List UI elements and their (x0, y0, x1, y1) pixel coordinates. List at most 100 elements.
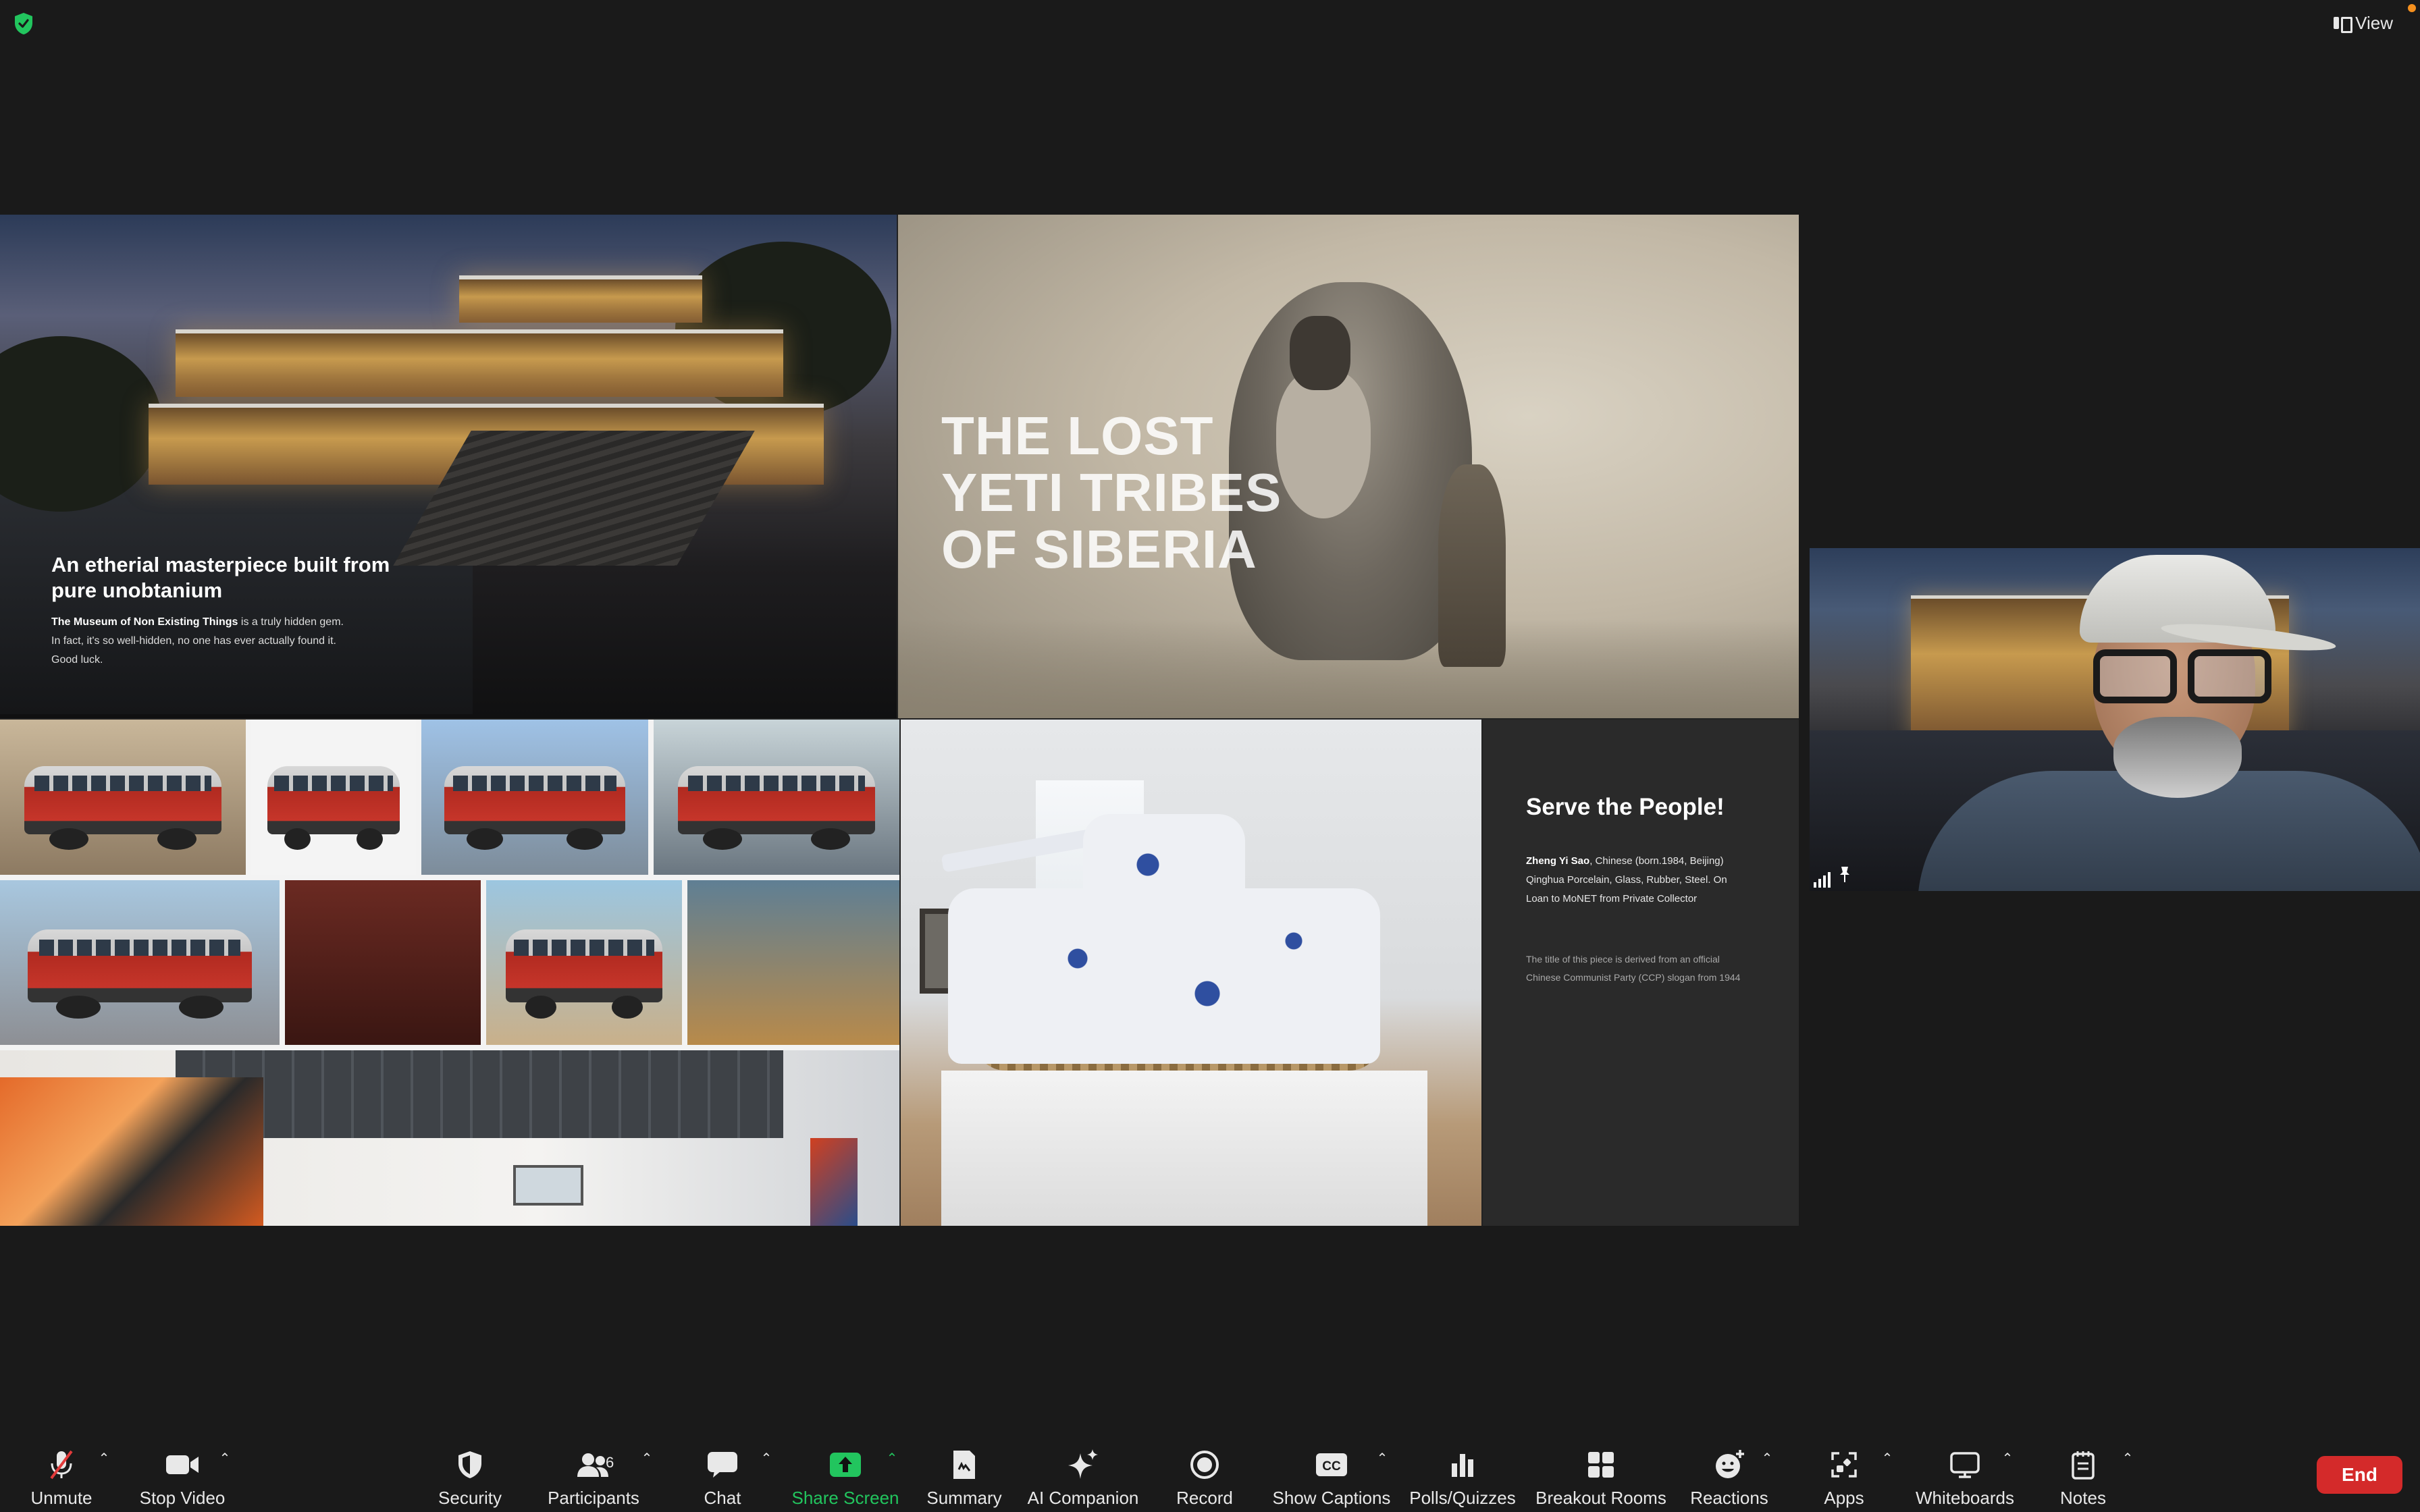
bus-image (0, 720, 246, 875)
whiteboards-label: Whiteboards (1916, 1488, 2014, 1508)
bus-interior-image (285, 880, 481, 1045)
show-captions-label: Show Captions (1272, 1488, 1391, 1508)
man-figure-image (1438, 464, 1506, 667)
security-button[interactable]: Security (429, 1438, 510, 1512)
museum-name: The Museum of Non Existing Things (51, 616, 238, 628)
tank-turret (1083, 814, 1245, 915)
notes-label: Notes (2060, 1488, 2106, 1508)
captions-cc-icon: CC (1314, 1447, 1349, 1482)
reactions-button[interactable]: Reactions (1688, 1438, 1770, 1512)
whiteboards-options-caret-icon[interactable]: ⌃ (2000, 1451, 2015, 1466)
bus-image (654, 720, 899, 875)
polls-quizzes-button[interactable]: Polls/Quizzes (1409, 1438, 1517, 1512)
polls-bar-chart-icon (1445, 1447, 1480, 1482)
svg-text:CC: CC (1322, 1459, 1341, 1474)
stop-video-label: Stop Video (139, 1488, 226, 1508)
apps-label: Apps (1824, 1488, 1864, 1508)
show-captions-button[interactable]: CC Show Captions (1271, 1438, 1392, 1512)
plinth (941, 1071, 1427, 1226)
yeti-title: THE LOST YETI TRIBES OF SIBERIA (941, 408, 1282, 578)
yeti-face-image (1290, 316, 1350, 390)
video-camera-icon (165, 1447, 200, 1482)
chat-label: Chat (704, 1488, 741, 1508)
summary-label: Summary (926, 1488, 1002, 1508)
notes-button[interactable]: Notes (2053, 1438, 2113, 1512)
chat-bubble-icon (705, 1447, 740, 1482)
notification-dot (2408, 4, 2416, 12)
slide-architecture: An etherial masterpiece built from pure … (0, 215, 897, 718)
unmute-button[interactable]: Unmute (23, 1438, 100, 1512)
bus-image (0, 880, 280, 1045)
apps-icon (1826, 1447, 1862, 1482)
share-screen-label: Share Screen (791, 1488, 899, 1508)
whiteboard-icon (1947, 1447, 1982, 1482)
summary-document-icon (947, 1447, 982, 1482)
slide-yeti: THE LOST YETI TRIBES OF SIBERIA (898, 215, 1799, 718)
participant-video[interactable] (1810, 548, 2420, 891)
participant-beard (2113, 717, 2242, 798)
slide-tank-image (901, 720, 1481, 1226)
apps-button[interactable]: Apps (1814, 1438, 1874, 1512)
muted-microphone-icon (44, 1447, 79, 1482)
end-meeting-button[interactable]: End (2317, 1456, 2402, 1494)
breakout-rooms-grid-icon (1583, 1447, 1619, 1482)
view-label: View (2355, 12, 2393, 33)
chat-button[interactable]: Chat (695, 1438, 749, 1512)
artwork-title: Serve the People! (1526, 794, 1725, 820)
artist-name: Zheng Yi Sao (1526, 855, 1590, 867)
ai-companion-button[interactable]: AI Companion (1026, 1438, 1140, 1512)
slide-artwork-text: Serve the People! Zheng Yi Sao, Chinese … (1483, 720, 1799, 1226)
participants-label: Participants (548, 1488, 639, 1508)
video-options-caret-icon[interactable]: ⌃ (217, 1451, 232, 1466)
share-options-caret-icon[interactable]: ⌃ (885, 1451, 899, 1466)
view-layout-icon (2334, 16, 2353, 33)
notes-icon (2066, 1447, 2101, 1482)
chat-options-caret-icon[interactable]: ⌃ (759, 1451, 774, 1466)
shared-screen: An etherial masterpiece built from pure … (0, 215, 1799, 1226)
gallery-interior-image (0, 1050, 899, 1226)
bus-image (486, 880, 682, 1045)
share-screen-button[interactable]: Share Screen (791, 1438, 899, 1512)
yeti-title-line2: YETI TRIBES (941, 462, 1282, 522)
reactions-smiley-icon (1712, 1447, 1747, 1482)
security-label: Security (438, 1488, 502, 1508)
reactions-options-caret-icon[interactable]: ⌃ (1760, 1451, 1774, 1466)
view-button[interactable]: View (2324, 9, 2402, 36)
notes-options-caret-icon[interactable]: ⌃ (2120, 1451, 2135, 1466)
zoom-meeting-window: { "top": {"view_label": "View"}, "slides… (0, 0, 2420, 1512)
whiteboards-button[interactable]: Whiteboards (1911, 1438, 2019, 1512)
captions-options-caret-icon[interactable]: ⌃ (1375, 1451, 1390, 1466)
bus-interior-image (687, 880, 899, 1045)
polls-quizzes-label: Polls/Quizzes (1409, 1488, 1516, 1508)
slide-body: The Museum of Non Existing Things is a t… (51, 613, 348, 670)
participant-glasses (2093, 649, 2271, 703)
bus-image (421, 720, 648, 875)
record-button[interactable]: Record (1174, 1438, 1236, 1512)
ai-sparkle-icon (1066, 1447, 1101, 1482)
signal-strength-icon (1814, 872, 1831, 888)
yeti-title-line3: OF SIBERIA (941, 519, 1257, 579)
unmute-label: Unmute (30, 1488, 93, 1508)
summary-button[interactable]: Summary (922, 1438, 1006, 1512)
participants-options-caret-icon[interactable]: ⌃ (639, 1451, 654, 1466)
artwork-details: Zheng Yi Sao, Chinese (born.1984, Beijin… (1526, 852, 1735, 909)
participants-icon: 6 (576, 1447, 614, 1482)
slide-title: An etherial masterpiece built from pure … (51, 553, 390, 602)
meeting-toolbar: Unmute ⌃ Stop Video ⌃ Security 6 Partici… (0, 1438, 2420, 1512)
pin-icon[interactable] (1838, 865, 1851, 883)
yeti-title-line1: THE LOST (941, 406, 1214, 466)
participants-button[interactable]: 6 Participants (544, 1438, 643, 1512)
yeti-beard-image (1276, 370, 1371, 518)
encryption-shield-icon[interactable] (14, 12, 34, 35)
stop-video-button[interactable]: Stop Video (135, 1438, 230, 1512)
audio-options-caret-icon[interactable]: ⌃ (97, 1451, 111, 1466)
ai-companion-label: AI Companion (1027, 1488, 1139, 1508)
slide-bus-collage (0, 720, 899, 1226)
security-shield-icon (452, 1447, 488, 1482)
breakout-rooms-button[interactable]: Breakout Rooms (1535, 1438, 1666, 1512)
breakout-rooms-label: Breakout Rooms (1535, 1488, 1666, 1508)
apps-options-caret-icon[interactable]: ⌃ (1880, 1451, 1895, 1466)
record-label: Record (1176, 1488, 1233, 1508)
record-icon (1187, 1447, 1222, 1482)
artwork-note: The title of this piece is derived from … (1526, 954, 1741, 983)
